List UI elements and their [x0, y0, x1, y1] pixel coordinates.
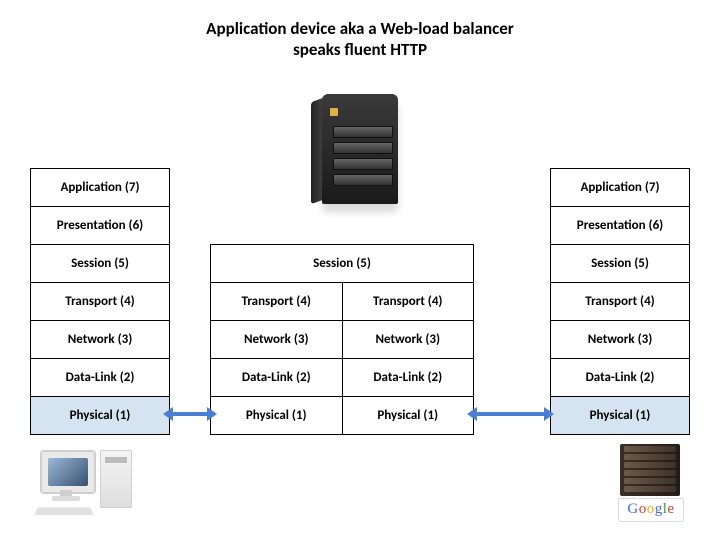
layer-session: Session (5)	[210, 244, 474, 283]
load-balancer-device-icon	[309, 94, 411, 216]
diagram-title: Application device aka a Web-load balanc…	[0, 18, 720, 61]
layer-network-right: Network (3)	[343, 321, 474, 358]
bidirectional-arrow-icon	[172, 412, 208, 416]
logo-char: G	[627, 501, 638, 517]
layer-physical: Physical (1) Physical (1)	[210, 397, 474, 435]
layer-network: Network (3)	[550, 321, 690, 359]
layer-network-left: Network (3)	[211, 321, 343, 358]
layer-presentation: Presentation (6)	[550, 207, 690, 245]
logo-char: e	[667, 501, 674, 517]
title-line-1: Application device aka a Web-load balanc…	[206, 18, 514, 39]
logo-char: o	[647, 501, 655, 517]
layer-datalink-left: Data-Link (2)	[211, 359, 343, 396]
layer-datalink: Data-Link (2) Data-Link (2)	[210, 359, 474, 397]
layer-network: Network (3) Network (3)	[210, 321, 474, 359]
google-logo: Google	[618, 498, 684, 522]
osi-stack-server: Application (7) Presentation (6) Session…	[550, 168, 690, 435]
layer-network: Network (3)	[30, 321, 170, 359]
layer-physical-left: Physical (1)	[211, 397, 343, 434]
layer-physical: Physical (1)	[550, 397, 690, 435]
osi-stack-client: Application (7) Presentation (6) Session…	[30, 168, 170, 435]
logo-char: g	[655, 501, 663, 517]
layer-datalink: Data-Link (2)	[550, 359, 690, 397]
layer-datalink-right: Data-Link (2)	[343, 359, 474, 396]
layer-session: Session (5)	[550, 245, 690, 283]
layer-transport-left: Transport (4)	[211, 283, 343, 320]
logo-char: o	[639, 501, 647, 517]
layer-session: Session (5)	[30, 245, 170, 283]
layer-physical-right: Physical (1)	[343, 397, 474, 434]
layer-presentation: Presentation (6)	[30, 207, 170, 245]
bidirectional-arrow-icon	[476, 412, 545, 416]
layer-datalink: Data-Link (2)	[30, 359, 170, 397]
layer-transport: Transport (4)	[550, 283, 690, 321]
layer-transport: Transport (4) Transport (4)	[210, 283, 474, 321]
server-rack-icon	[620, 444, 680, 496]
layer-transport-right: Transport (4)	[343, 283, 474, 320]
osi-stack-device: Session (5) Transport (4) Transport (4) …	[210, 244, 474, 435]
title-line-2: speaks fluent HTTP	[0, 39, 720, 60]
layer-physical: Physical (1)	[30, 397, 170, 435]
layer-application: Application (7)	[550, 168, 690, 207]
layer-transport: Transport (4)	[30, 283, 170, 321]
desktop-pc-icon	[32, 446, 152, 522]
layer-application: Application (7)	[30, 168, 170, 207]
